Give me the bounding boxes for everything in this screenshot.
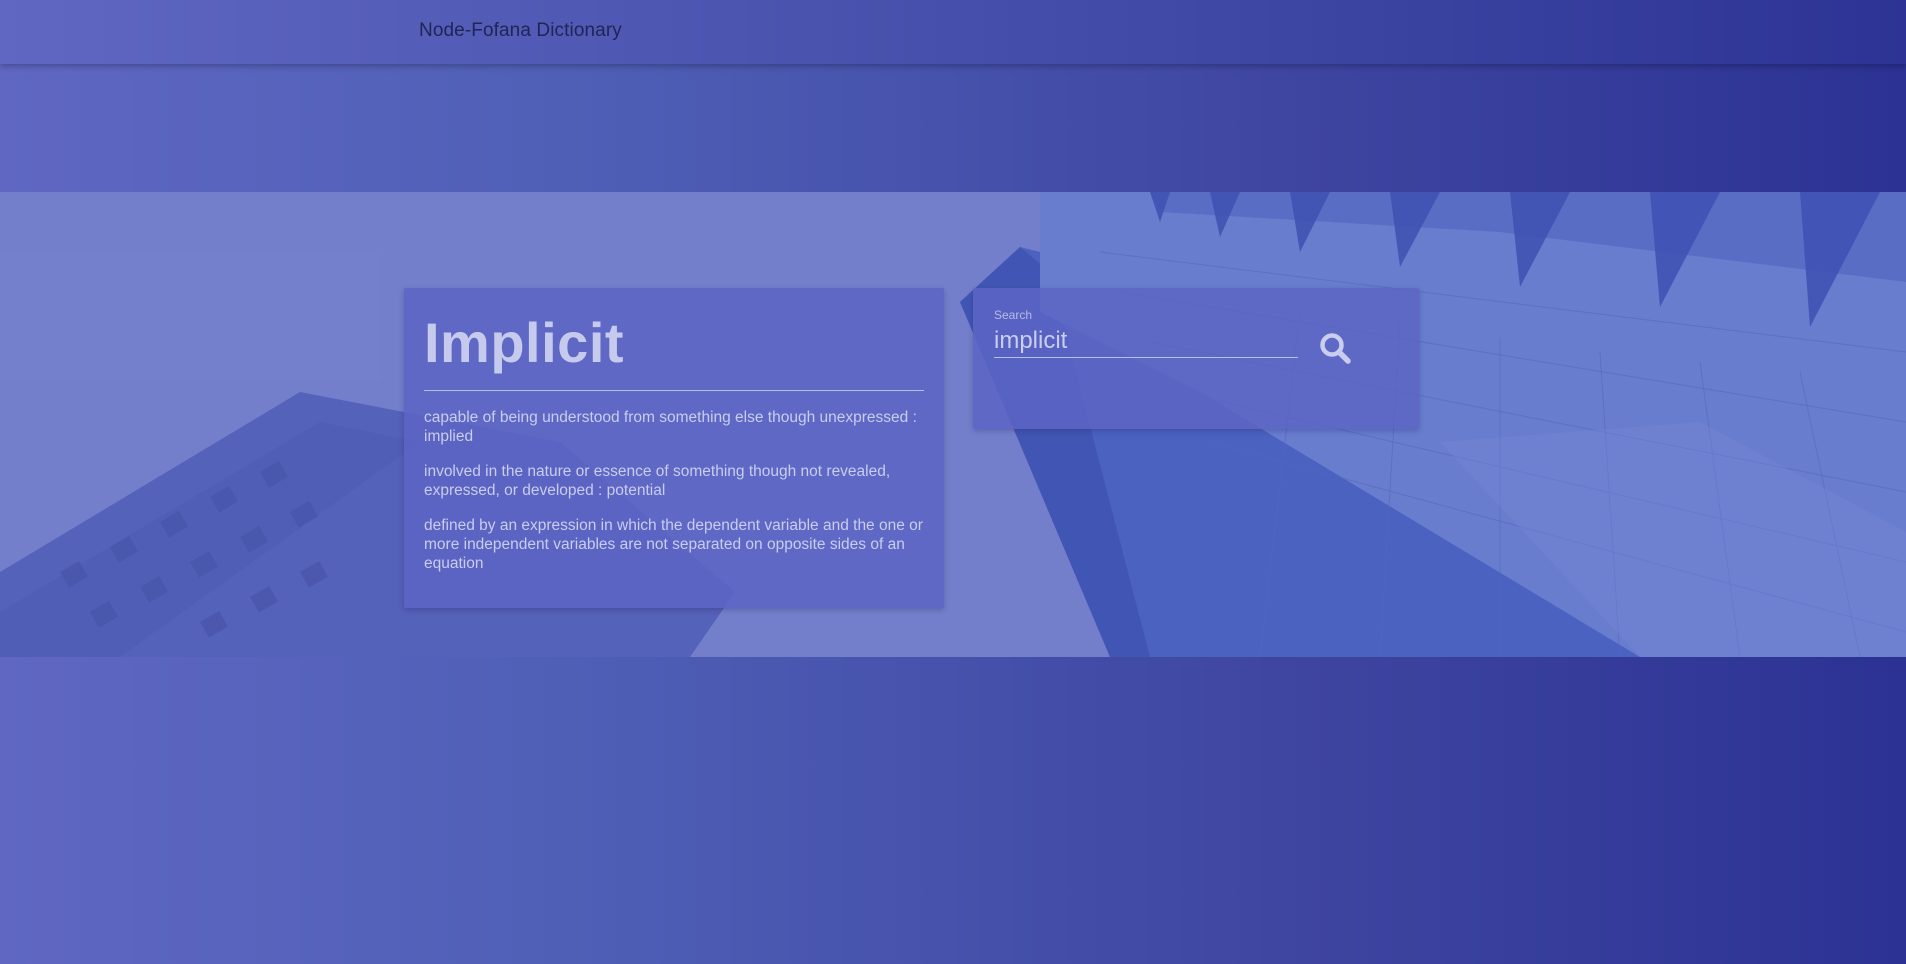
- search-card: Search: [973, 288, 1419, 429]
- search-button[interactable]: [1313, 326, 1357, 370]
- top-navbar: Node-Fofana Dictionary: [0, 0, 1906, 64]
- definition-card: Implicit capable of being understood fro…: [404, 288, 944, 608]
- brand-title[interactable]: Node-Fofana Dictionary: [419, 20, 622, 42]
- search-label: Search: [994, 308, 1033, 322]
- search-input[interactable]: [994, 328, 1298, 358]
- definition-item: capable of being understood from somethi…: [424, 409, 917, 445]
- hero-banner: [0, 192, 1906, 657]
- definition-list: capable of being understood from somethi…: [424, 408, 924, 589]
- title-divider: [424, 390, 924, 391]
- definition-item: involved in the nature or essence of som…: [424, 463, 891, 499]
- word-title: Implicit: [424, 311, 625, 374]
- definition-item: defined by an expression in which the de…: [424, 517, 923, 572]
- hero-overlay: [0, 192, 1906, 657]
- search-icon[interactable]: [1318, 331, 1352, 365]
